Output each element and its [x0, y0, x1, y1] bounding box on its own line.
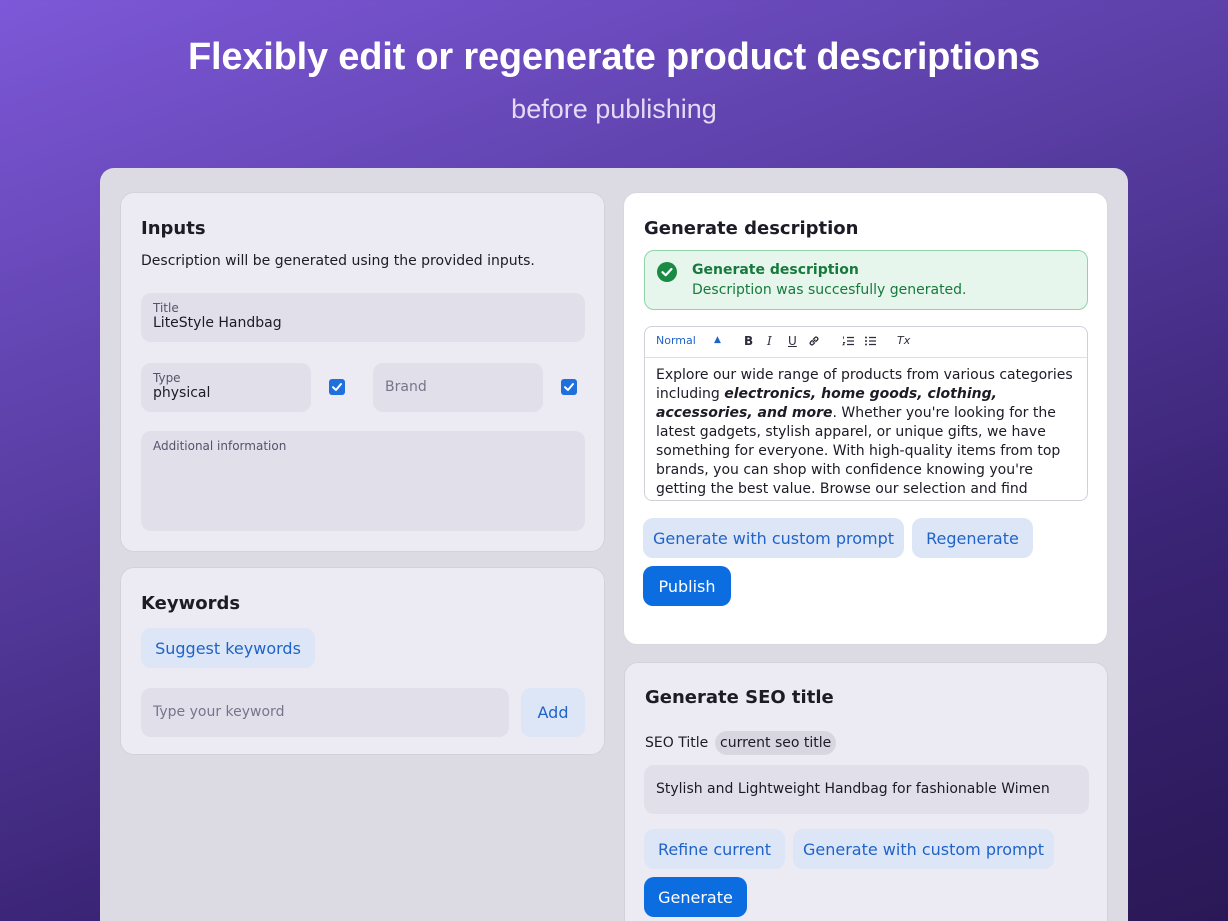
- inputs-card: Inputs Description will be generated usi…: [120, 192, 605, 552]
- hero-title: Flexibly edit or regenerate product desc…: [188, 36, 1040, 78]
- brand-field-placeholder: Brand: [385, 379, 427, 395]
- underline-button[interactable]: U: [788, 334, 797, 348]
- checkmark-icon: [564, 383, 574, 391]
- keywords-card: Keywords Suggest keywords Type your keyw…: [120, 567, 605, 755]
- editor-content[interactable]: Explore our wide range of products from …: [656, 366, 1080, 500]
- current-seo-title-badge: current seo title: [715, 731, 837, 755]
- bold-button[interactable]: B: [744, 334, 753, 348]
- generate-description-card: Generate description Generate descriptio…: [623, 192, 1108, 645]
- inputs-title: Inputs: [141, 218, 206, 239]
- inputs-description: Description will be generated using the …: [141, 253, 535, 269]
- seo-title-field[interactable]: Stylish and Lightweight Handbag for fash…: [644, 765, 1089, 814]
- brand-checkbox[interactable]: [561, 379, 577, 395]
- italic-button[interactable]: I: [767, 334, 772, 348]
- suggest-keywords-button[interactable]: Suggest keywords: [141, 628, 315, 668]
- alert-title: Generate description: [692, 262, 859, 278]
- editor-toolbar: Normal ▲︎ B I U Tx: [645, 327, 1087, 358]
- additional-info-field[interactable]: Additional information: [141, 431, 585, 531]
- check-circle-icon: [657, 262, 677, 282]
- hero-subtitle: before publishing: [511, 94, 717, 124]
- generate-seo-card: Generate SEO title SEO Title current seo…: [624, 662, 1108, 921]
- keyword-input[interactable]: Type your keyword: [141, 688, 509, 737]
- seo-title-value: Stylish and Lightweight Handbag for fash…: [656, 781, 1050, 797]
- success-alert: Generate description Description was suc…: [644, 250, 1088, 310]
- add-keyword-button[interactable]: Add: [521, 688, 585, 737]
- title-field-label: Title: [153, 301, 179, 315]
- publish-button[interactable]: Publish: [643, 566, 731, 606]
- format-select-chevron-icon[interactable]: ▲︎: [714, 335, 721, 345]
- clear-format-button[interactable]: Tx: [897, 334, 910, 347]
- refine-current-button[interactable]: Refine current: [644, 829, 785, 869]
- keywords-title: Keywords: [141, 593, 241, 614]
- format-select[interactable]: Normal: [656, 334, 696, 347]
- seo-custom-prompt-button[interactable]: Generate with custom prompt: [793, 829, 1054, 869]
- generate-seo-button[interactable]: Generate: [644, 877, 747, 917]
- generate-seo-title: Generate SEO title: [645, 687, 834, 708]
- type-field[interactable]: Type physical: [141, 363, 311, 412]
- additional-info-label: Additional information: [153, 439, 287, 453]
- generate-custom-prompt-button[interactable]: Generate with custom prompt: [643, 518, 904, 558]
- bullet-list-icon[interactable]: [864, 335, 877, 350]
- title-field[interactable]: Title LiteStyle Handbag: [141, 293, 585, 342]
- checkmark-icon: [332, 383, 342, 391]
- type-field-label: Type: [153, 371, 181, 385]
- generate-description-title: Generate description: [644, 218, 859, 239]
- type-field-value: physical: [153, 385, 211, 401]
- seo-title-label: SEO Title: [645, 735, 709, 751]
- app-frame: Inputs Description will be generated usi…: [100, 168, 1128, 921]
- rich-text-editor[interactable]: Normal ▲︎ B I U Tx Explore our wide rang…: [644, 326, 1088, 501]
- ordered-list-icon[interactable]: [842, 335, 855, 350]
- alert-message: Description was succesfully generated.: [692, 282, 967, 298]
- title-field-value: LiteStyle Handbag: [153, 315, 282, 331]
- brand-field[interactable]: Brand: [373, 363, 543, 412]
- type-checkbox[interactable]: [329, 379, 345, 395]
- link-icon[interactable]: [808, 335, 820, 350]
- keyword-input-placeholder: Type your keyword: [153, 704, 285, 720]
- regenerate-button[interactable]: Regenerate: [912, 518, 1033, 558]
